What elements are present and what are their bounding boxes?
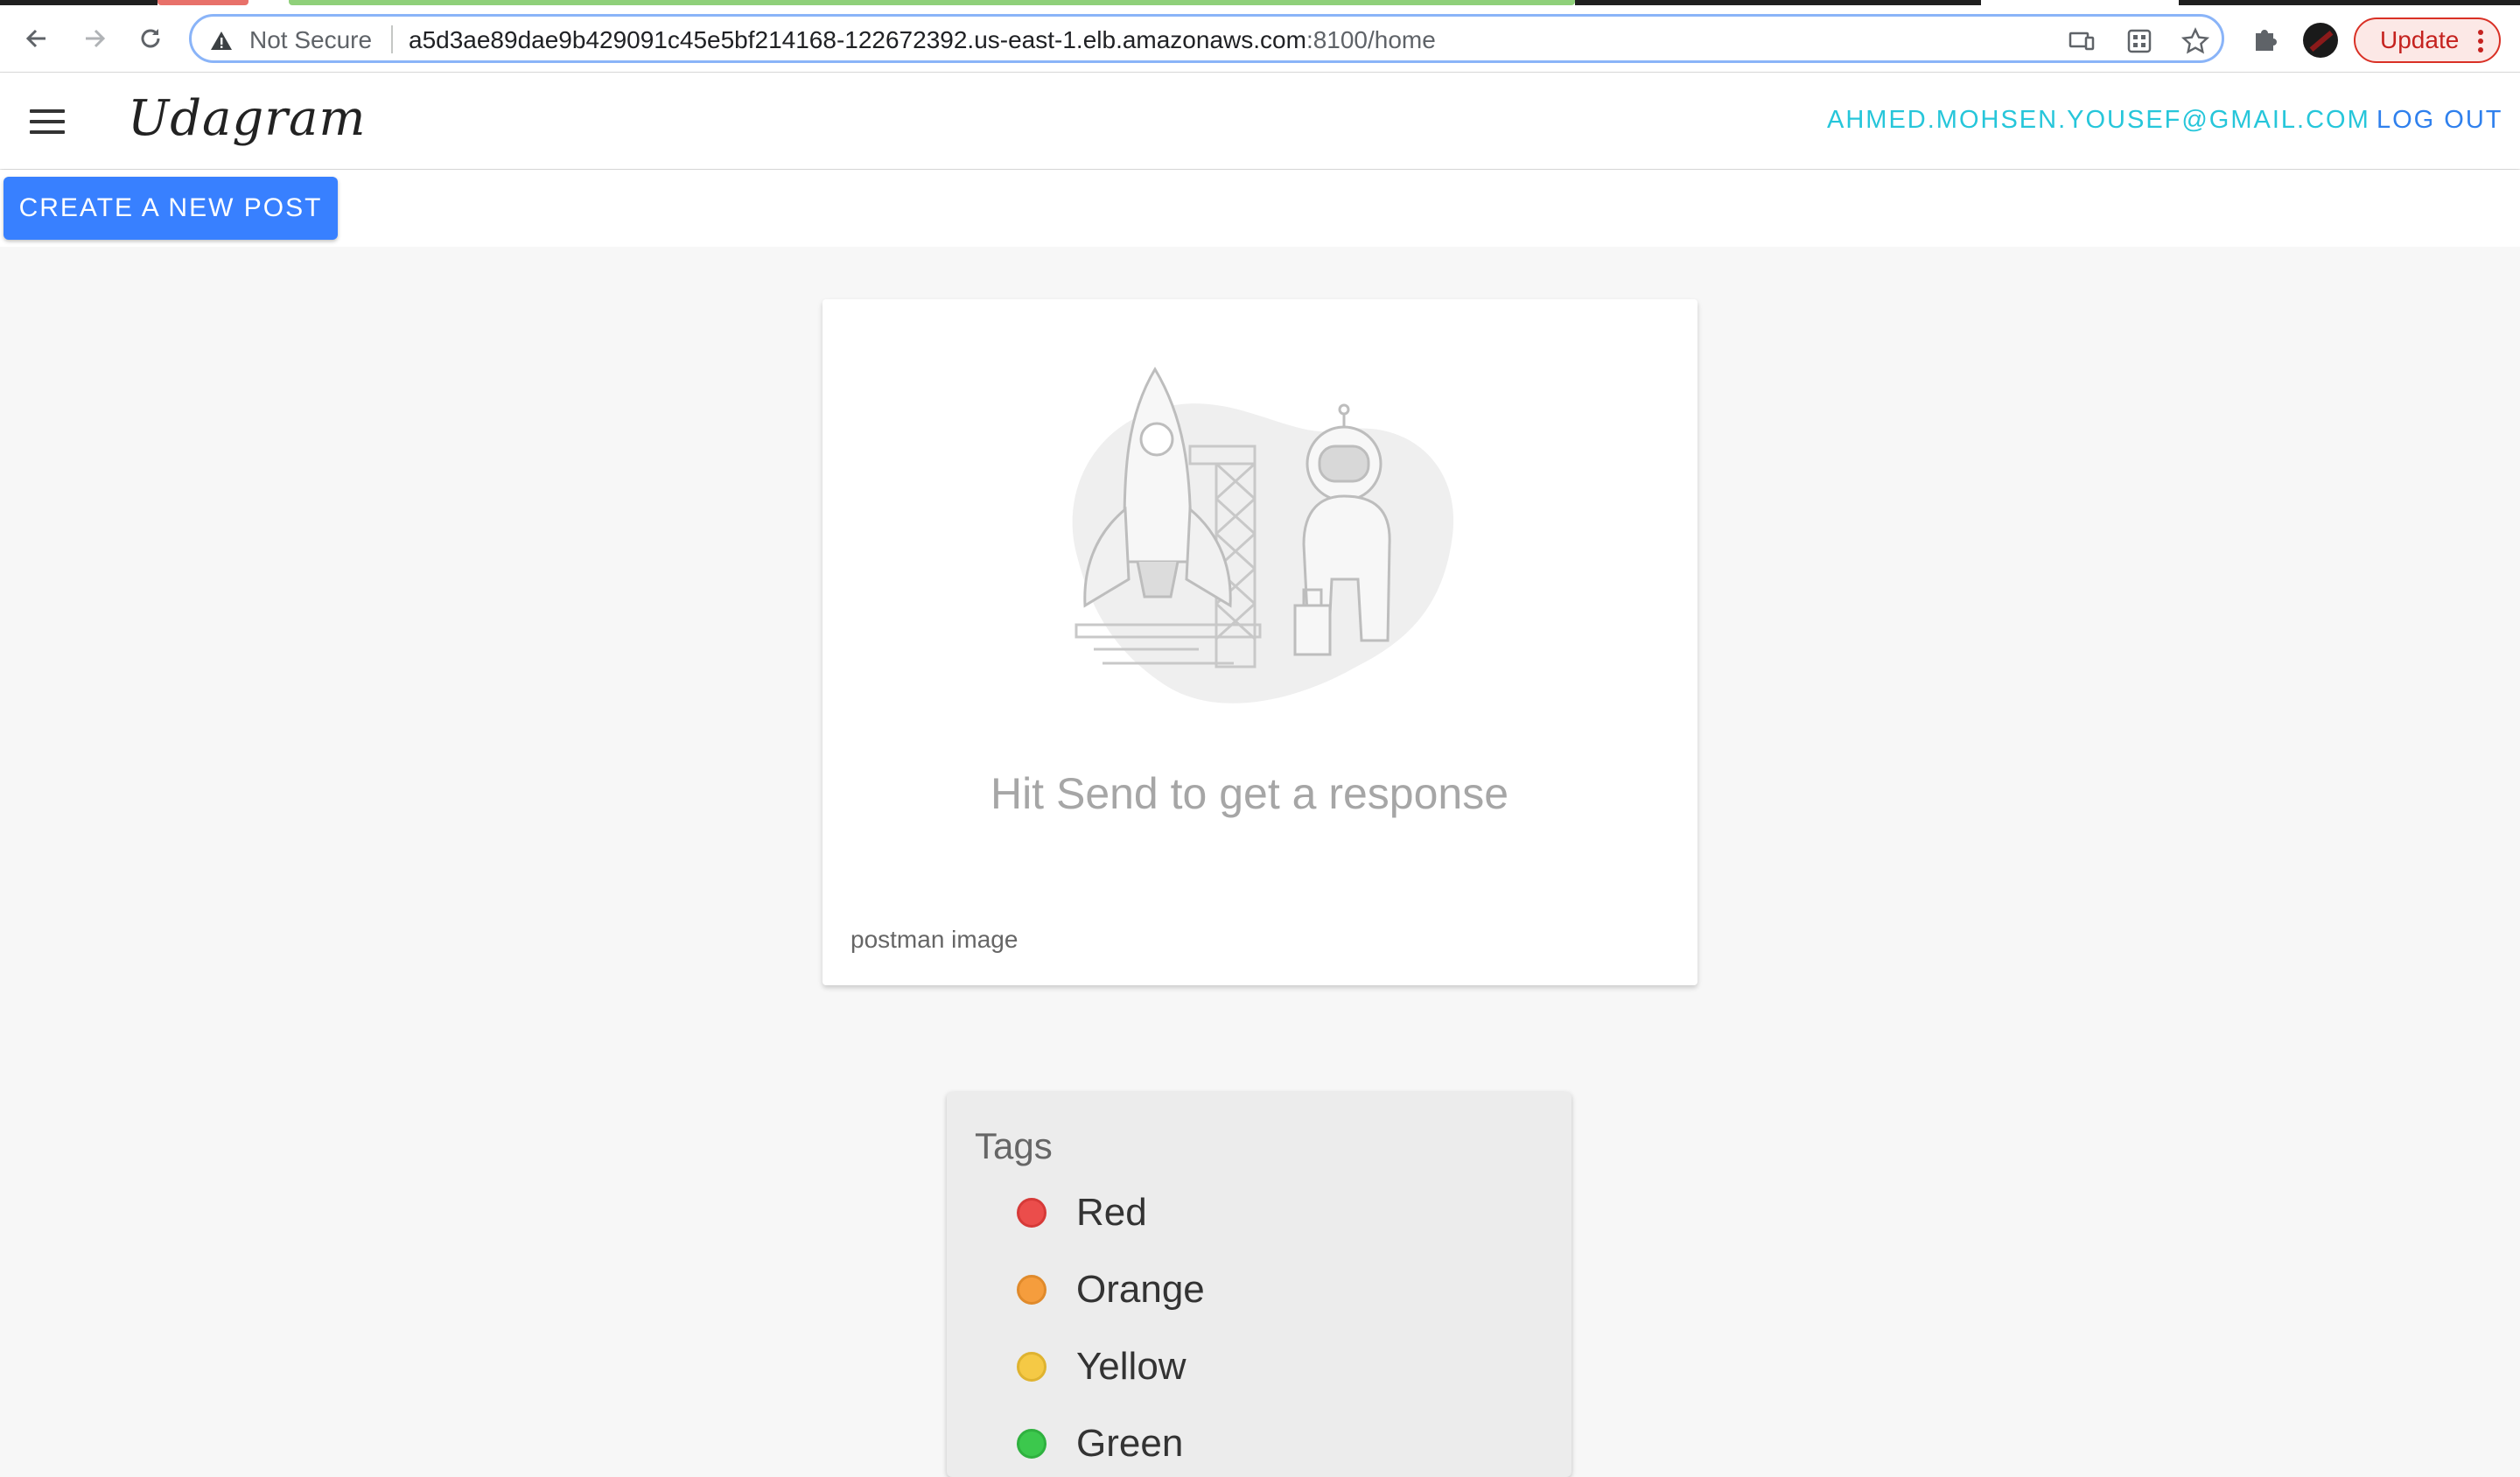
tags-panel: Tags Red Orange Yellow Green [947, 1092, 1572, 1477]
url-host: a5d3ae89dae9b429091c45e5bf214168-1226723… [409, 26, 1306, 53]
tags-title: Tags [975, 1125, 1053, 1166]
post-caption: postman image [850, 926, 1018, 953]
forward-arrow-icon[interactable] [79, 23, 110, 54]
more-vert-icon [2478, 30, 2483, 56]
tag-label: Red [1076, 1191, 1147, 1234]
yellow-dot-icon [1017, 1352, 1046, 1382]
feed-item-card: Hit Send to get a response postman image [822, 299, 1698, 985]
tag-label: Orange [1076, 1268, 1205, 1311]
rocket-astronaut-illustration [1041, 352, 1479, 719]
new-post-bar: CREATE A NEW POST [0, 170, 2520, 247]
tag-item-orange[interactable]: Orange [1017, 1264, 1205, 1316]
extensions-puzzle-icon[interactable] [2249, 23, 2280, 54]
tag-label: Yellow [1076, 1345, 1186, 1388]
cast-device-icon[interactable] [2068, 27, 2096, 55]
tag-item-yellow[interactable]: Yellow [1017, 1340, 1186, 1393]
image-response-text: Hit Send to get a response [990, 769, 1509, 818]
orange-dot-icon [1017, 1275, 1046, 1305]
update-label: Update [2380, 26, 2460, 53]
logout-button[interactable]: LOG OUT [2376, 106, 2503, 135]
warning-triangle-icon[interactable] [209, 29, 234, 53]
address-separator [391, 25, 393, 53]
address-bar[interactable]: Not Secure a5d3ae89dae9b429091c45e5bf214… [189, 14, 2224, 63]
create-post-button[interactable]: CREATE A NEW POST [4, 177, 338, 240]
tag-item-green[interactable]: Green [1017, 1418, 1183, 1470]
app-header: Udagram AHMED.MOHSEN.YOUSEF@GMAIL.COM LO… [0, 73, 2520, 169]
tag-label: Green [1076, 1422, 1184, 1465]
back-arrow-icon[interactable] [21, 23, 52, 54]
tag-item-red[interactable]: Red [1017, 1186, 1147, 1239]
update-button[interactable]: Update [2354, 18, 2501, 63]
brand-logo[interactable]: Udagram [128, 90, 367, 147]
url-path: :8100/home [1306, 26, 1436, 53]
profile-avatar[interactable] [2303, 23, 2338, 58]
url-text[interactable]: a5d3ae89dae9b429091c45e5bf214168-1226723… [409, 26, 1436, 54]
reload-icon[interactable] [135, 23, 166, 54]
bookmark-star-icon[interactable] [2180, 27, 2210, 55]
qr-code-icon[interactable] [2125, 27, 2153, 55]
security-label[interactable]: Not Secure [249, 26, 372, 54]
user-email-link[interactable]: AHMED.MOHSEN.YOUSEF@GMAIL.COM [1827, 106, 2370, 135]
hamburger-menu-icon[interactable] [30, 109, 65, 134]
browser-toolbar: Not Secure a5d3ae89dae9b429091c45e5bf214… [0, 5, 2520, 73]
red-dot-icon [1017, 1198, 1046, 1228]
green-dot-icon [1017, 1429, 1046, 1459]
